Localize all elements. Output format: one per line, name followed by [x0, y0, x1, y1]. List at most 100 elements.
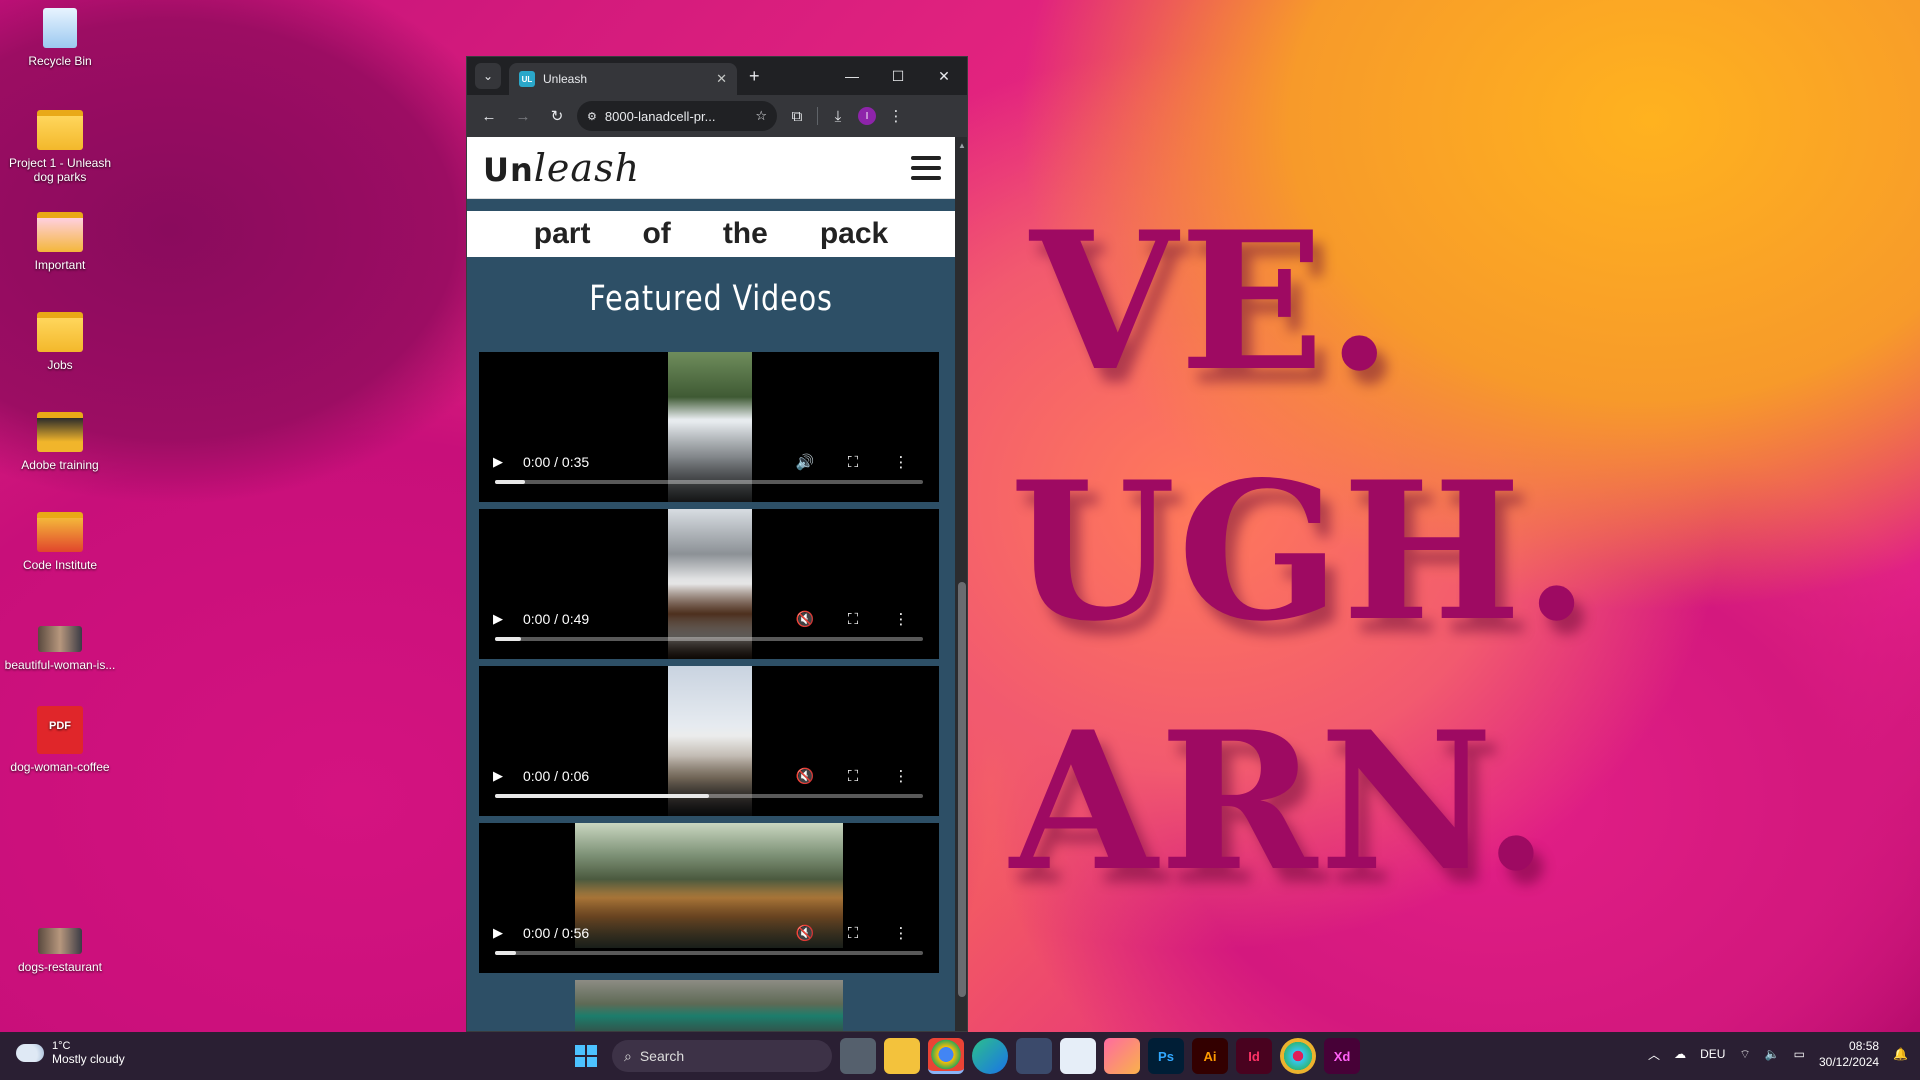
site-logo[interactable]: Unleash	[483, 146, 640, 190]
desktop-icon-label: Code Institute	[22, 558, 98, 572]
illustrator-icon[interactable]: Ai	[1192, 1038, 1228, 1074]
notification-bell-icon[interactable]: 🔔	[1893, 1047, 1908, 1061]
wallpaper-word: ARN.	[1010, 690, 1551, 913]
video-controls: ▶ 0:00 / 0:56 🔇 ⛶ ⋮	[479, 921, 939, 945]
bookmark-star-icon[interactable]: ☆	[755, 108, 767, 124]
video-controls: ▶ 0:00 / 0:06 🔇 ⛶ ⋮	[479, 764, 939, 788]
desktop-icon-project-folder[interactable]: Project 1 - Unleash dog parks	[0, 110, 120, 184]
window-controls: — ☐ ✕	[829, 57, 967, 95]
profile-avatar[interactable]: I	[858, 107, 876, 125]
extensions-icon[interactable]: ⧉	[783, 102, 811, 130]
speaker-icon[interactable]: 🔈	[1765, 1047, 1780, 1061]
more-options-icon[interactable]: ⋮	[877, 453, 925, 471]
video-player[interactable]: ▶ 0:00 / 0:49 🔇 ⛶ ⋮	[479, 509, 939, 659]
xd-icon[interactable]: Xd	[1324, 1038, 1360, 1074]
desktop-icon-jobs[interactable]: Jobs	[0, 312, 120, 372]
video-progress[interactable]	[495, 480, 923, 484]
hamburger-menu-icon[interactable]	[911, 155, 941, 180]
desktop-icon-image-woman[interactable]: beautiful-woman-is...	[0, 626, 120, 672]
muted-icon[interactable]: 🔇	[781, 610, 829, 628]
play-icon[interactable]: ▶	[493, 454, 513, 470]
reload-button[interactable]: ↻	[543, 102, 571, 130]
volume-icon[interactable]: 🔊	[781, 453, 829, 471]
desktop-icon-pdf[interactable]: PDF dog-woman-coffee	[0, 706, 120, 774]
slack-icon[interactable]	[1280, 1038, 1316, 1074]
close-icon[interactable]: ✕	[716, 71, 727, 87]
chrome-icon[interactable]	[928, 1038, 964, 1074]
wallpaper-word: VE.	[1030, 190, 1395, 413]
battery-icon[interactable]: ▭	[1794, 1047, 1805, 1061]
scroll-up-arrow-icon[interactable]: ▲	[955, 141, 967, 150]
desktop-icon-code-institute[interactable]: Code Institute	[0, 512, 120, 572]
more-options-icon[interactable]: ⋮	[877, 610, 925, 628]
task-view-icon[interactable]	[840, 1038, 876, 1074]
photoshop-icon[interactable]: Ps	[1148, 1038, 1184, 1074]
language-indicator[interactable]: DEU	[1700, 1047, 1725, 1061]
muted-icon[interactable]: 🔇	[781, 924, 829, 942]
folder-icon	[37, 512, 83, 552]
photos-icon[interactable]	[1104, 1038, 1140, 1074]
play-icon[interactable]: ▶	[493, 925, 513, 941]
recycle-bin-icon	[43, 8, 77, 48]
fullscreen-icon[interactable]: ⛶	[829, 925, 877, 942]
video-progress[interactable]	[495, 951, 923, 955]
file-explorer-icon[interactable]	[884, 1038, 920, 1074]
fullscreen-icon[interactable]: ⛶	[829, 611, 877, 628]
menu-kebab-icon[interactable]: ⋮	[882, 102, 910, 130]
pdf-file-icon: PDF	[37, 706, 83, 754]
video-time: 0:00 / 0:06	[523, 768, 590, 784]
tagline-word: part	[533, 217, 591, 250]
play-icon[interactable]: ▶	[493, 611, 513, 627]
desktop-icon-recycle-bin[interactable]: Recycle Bin	[0, 8, 120, 68]
back-button[interactable]: ←	[475, 102, 503, 130]
store-icon[interactable]	[1016, 1038, 1052, 1074]
fullscreen-icon[interactable]: ⛶	[829, 454, 877, 471]
indesign-icon[interactable]: Id	[1236, 1038, 1272, 1074]
chevron-up-icon[interactable]: ︿	[1648, 1046, 1660, 1063]
video-time: 0:00 / 0:56	[523, 925, 590, 941]
video-progress-fill	[495, 794, 709, 798]
calendar-icon[interactable]	[1060, 1038, 1096, 1074]
scroll-thumb[interactable]	[958, 582, 966, 997]
image-file-icon	[38, 626, 82, 652]
video-player[interactable]: ▶ 0:00 / 0:06 🔇 ⛶ ⋮	[479, 666, 939, 816]
fullscreen-icon[interactable]: ⛶	[829, 768, 877, 785]
edge-icon[interactable]	[972, 1038, 1008, 1074]
desktop-icon-label: Important	[34, 258, 86, 272]
video-player[interactable]	[479, 980, 939, 1031]
favicon-icon: UL	[519, 71, 535, 87]
video-player[interactable]: ▶ 0:00 / 0:35 🔊 ⛶ ⋮	[479, 352, 939, 502]
address-bar[interactable]: ⚙ 8000-lanadcell-pr... ☆	[577, 101, 777, 131]
desktop-icon-label: Project 1 - Unleash dog parks	[8, 156, 112, 184]
muted-icon[interactable]: 🔇	[781, 767, 829, 785]
desktop-icon-dogs-restaurant[interactable]: dogs-restaurant	[0, 928, 120, 974]
site-info-icon[interactable]: ⚙	[587, 110, 597, 123]
tab-search-dropdown[interactable]: ⌄	[475, 63, 501, 89]
wifi-icon[interactable]: ⌔	[1739, 1047, 1750, 1062]
video-progress[interactable]	[495, 794, 923, 798]
more-options-icon[interactable]: ⋮	[877, 767, 925, 785]
close-window-button[interactable]: ✕	[921, 57, 967, 95]
onedrive-cloud-icon[interactable]: ☁	[1674, 1047, 1686, 1061]
tagline-banner: part of the pack	[467, 211, 955, 257]
site-header: Unleash	[467, 137, 955, 199]
taskbar-search[interactable]: ⌕ Search	[612, 1040, 832, 1072]
video-player[interactable]: ▶ 0:00 / 0:56 🔇 ⛶ ⋮	[479, 823, 939, 973]
forward-button[interactable]: →	[509, 102, 537, 130]
more-options-icon[interactable]: ⋮	[877, 924, 925, 942]
page-scrollbar[interactable]: ▲	[955, 137, 967, 1031]
maximize-button[interactable]: ☐	[875, 57, 921, 95]
video-progress[interactable]	[495, 637, 923, 641]
desktop-icon-important[interactable]: Important	[0, 212, 120, 272]
clock[interactable]: 08:58 30/12/2024	[1819, 1038, 1879, 1070]
browser-tab[interactable]: UL Unleash ✕	[509, 63, 737, 95]
cloud-icon	[16, 1044, 44, 1062]
desktop-icon-adobe-training[interactable]: Adobe training	[0, 412, 120, 472]
minimize-button[interactable]: —	[829, 57, 875, 95]
new-tab-button[interactable]: +	[749, 66, 760, 87]
weather-widget[interactable]: 1°C Mostly cloudy	[16, 1040, 125, 1066]
start-button[interactable]	[568, 1038, 604, 1074]
download-icon[interactable]: ⤓	[824, 102, 852, 130]
play-icon[interactable]: ▶	[493, 768, 513, 784]
tagline-word: pack	[819, 217, 889, 250]
